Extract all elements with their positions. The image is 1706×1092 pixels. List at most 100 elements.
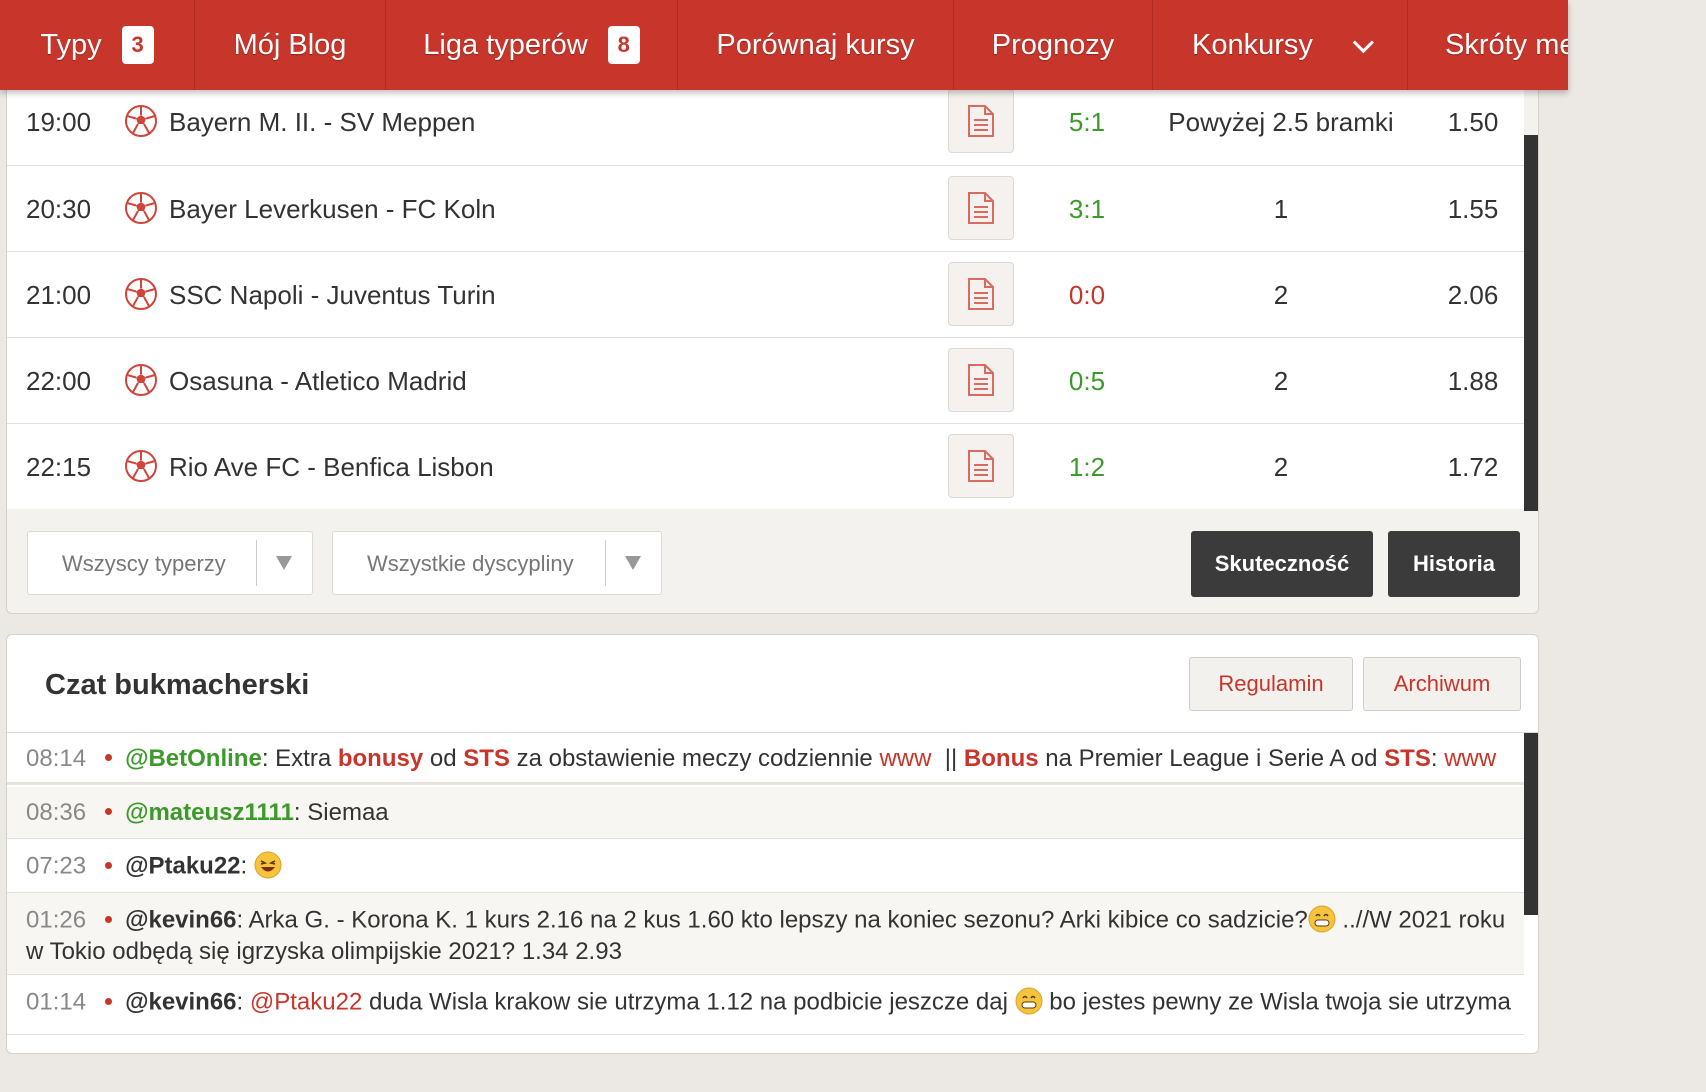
message-time: 01:14	[26, 988, 87, 1016]
football-icon	[125, 192, 157, 224]
nav-item-skroty[interactable]: Skróty me	[1408, 0, 1568, 90]
nav-badge: 3	[121, 26, 154, 64]
message-user[interactable]: @kevin66	[125, 988, 236, 1015]
message-user[interactable]: @Ptaku22	[125, 852, 240, 879]
nav-label: Porównaj kursy	[716, 28, 915, 61]
match-pick: 2	[1273, 452, 1289, 482]
www-link[interactable]: www	[1444, 745, 1496, 772]
bonus-link[interactable]: Bonus	[964, 745, 1039, 772]
match-row[interactable]: 20:30 Bayer Leverkusen - FC Koln 3:1 1 1.55	[7, 165, 1524, 251]
message-text: od	[423, 745, 464, 772]
select-value: Wszystkie dyscypliny	[367, 551, 574, 576]
rules-button[interactable]: Regulamin	[1189, 657, 1353, 711]
chat-message: 08:36 @mateusz1111: Siemaa	[7, 787, 1524, 839]
status-dot	[105, 997, 113, 1005]
message-time: 08:36	[26, 799, 87, 826]
match-odds: 1.50	[1447, 107, 1499, 137]
typers-select[interactable]: Wszyscy typerzy	[27, 531, 313, 595]
nav-item-typy[interactable]: Typy 3	[0, 0, 195, 90]
archive-button[interactable]: Archiwum	[1363, 657, 1521, 711]
match-row[interactable]: 19:00 Bayern M. II. - SV Meppen 5:1 Powyżej…	[7, 79, 1524, 165]
www-link[interactable]: www	[879, 745, 931, 772]
message-text: bo jestes pewny ze Wisla twoja sie utrzy…	[1042, 988, 1511, 1016]
match-teams[interactable]: Bayer Leverkusen - FC Koln	[169, 194, 496, 225]
document-icon[interactable]	[948, 262, 1014, 326]
match-row[interactable]: 22:15 Rio Ave FC - Benfica Lisbon 1:2 2 1.72	[7, 423, 1524, 509]
nav-item-kursy[interactable]: Porównaj kursy	[678, 0, 954, 90]
nav-item-prognozy[interactable]: Prognozy	[954, 0, 1153, 90]
document-icon[interactable]	[948, 434, 1014, 498]
filters-bar: Wszyscy typerzy Wszystkie dyscypliny Sku…	[7, 511, 1538, 611]
match-time: 22:00	[26, 366, 92, 396]
message-time: 08:14	[26, 745, 87, 772]
tips-panel: 19:00 Bayern M. II. - SV Meppen 5:1 Powyżej…	[6, 60, 1539, 614]
match-pick: Powyżej 2.5 bramki	[1168, 107, 1394, 137]
message-user[interactable]: @kevin66	[125, 906, 236, 933]
caret-down-icon	[276, 556, 292, 570]
match-pick: 2	[1273, 366, 1289, 396]
message-text: : Arka G. - Korona K. 1 kurs 2.16 na 2 k…	[236, 906, 1308, 934]
match-result: 3:1	[1068, 194, 1106, 224]
message-text: :	[240, 852, 248, 880]
message-time: 07:23	[26, 852, 87, 880]
match-odds: 1.55	[1447, 194, 1499, 224]
match-pick: 1	[1273, 194, 1289, 224]
chat-message: 01:14 @kevin66: @Ptaku22 duda Wisla krako…	[7, 975, 1524, 1035]
effectiveness-button[interactable]: Skuteczność	[1191, 531, 1373, 597]
nav-item-blog[interactable]: Mój Blog	[195, 0, 386, 90]
match-time: 22:15	[26, 452, 92, 482]
nav-badge: 8	[607, 26, 640, 64]
status-dot	[105, 915, 113, 923]
message-text: na Premier League i Serie A od	[1038, 745, 1385, 772]
nav-label: Typy	[40, 28, 102, 61]
nav-label: Prognozy	[991, 28, 1115, 61]
match-odds: 1.88	[1447, 366, 1499, 396]
status-dot	[105, 861, 113, 869]
message-mention[interactable]: @Ptaku22	[250, 988, 362, 1015]
message-text: za obstawienie meczy codziennie	[509, 745, 880, 772]
message-user[interactable]: @mateusz1111	[125, 799, 294, 826]
nav-item-liga[interactable]: Liga typerów 8	[386, 0, 678, 90]
message-user[interactable]: @BetOnline	[125, 745, 262, 772]
match-result: 1:2	[1068, 452, 1106, 482]
grinning-emoji-icon	[1015, 987, 1043, 1015]
document-icon[interactable]	[948, 89, 1014, 153]
match-time: 21:00	[26, 280, 92, 310]
document-icon[interactable]	[948, 348, 1014, 412]
disciplines-select[interactable]: Wszystkie dyscypliny	[332, 531, 662, 595]
laughing-emoji-icon	[254, 851, 282, 879]
match-teams[interactable]: Osasuna - Atletico Madrid	[169, 366, 467, 397]
message-text: :	[1430, 745, 1445, 772]
match-time: 20:30	[26, 194, 92, 224]
sts-link[interactable]: STS	[1384, 745, 1431, 772]
top-nav: Typy 3 Mój Blog Liga typerów 8 Porównaj …	[0, 0, 1568, 90]
football-icon	[125, 364, 157, 396]
match-row[interactable]: 22:00 Osasuna - Atletico Madrid 0:5 2 1.88	[7, 337, 1524, 423]
chevron-down-icon	[1352, 31, 1374, 53]
nav-label: Liga typerów	[423, 28, 588, 61]
nav-item-konkursy[interactable]: Konkursy	[1153, 0, 1408, 90]
nav-label: Skróty me	[1445, 28, 1568, 61]
match-teams[interactable]: Bayern M. II. - SV Meppen	[169, 107, 475, 138]
football-icon	[125, 105, 157, 137]
match-pick: 2	[1273, 280, 1289, 310]
history-button[interactable]: Historia	[1388, 531, 1520, 597]
match-result: 5:1	[1068, 107, 1106, 137]
match-teams[interactable]: SSC Napoli - Juventus Turin	[169, 280, 496, 311]
chat-message: 08:14 @BetOnline: Extra bonusy od STS za …	[7, 733, 1524, 785]
status-dot	[105, 808, 113, 816]
message-time: 01:26	[26, 906, 87, 934]
chat-message: 01:26 @kevin66: Arka G. - Korona K. 1 kur…	[7, 893, 1524, 975]
match-row[interactable]: 21:00 SSC Napoli - Juventus Turin 0:0 2 2.06	[7, 251, 1524, 337]
scrollbar[interactable]	[1524, 135, 1538, 511]
match-odds: 1.72	[1447, 452, 1499, 482]
chat-title: Czat bukmacherski	[45, 669, 310, 701]
sts-link[interactable]: STS	[463, 745, 510, 772]
document-icon[interactable]	[948, 176, 1014, 240]
bonus-link[interactable]: bonusy	[338, 745, 423, 772]
match-result: 0:5	[1068, 366, 1106, 396]
chat-panel: Czat bukmacherski Regulamin Archiwum 08:…	[6, 634, 1539, 1054]
match-teams[interactable]: Rio Ave FC - Benfica Lisbon	[169, 452, 494, 483]
chat-scrollbar[interactable]	[1524, 733, 1538, 915]
select-divider	[605, 540, 606, 586]
